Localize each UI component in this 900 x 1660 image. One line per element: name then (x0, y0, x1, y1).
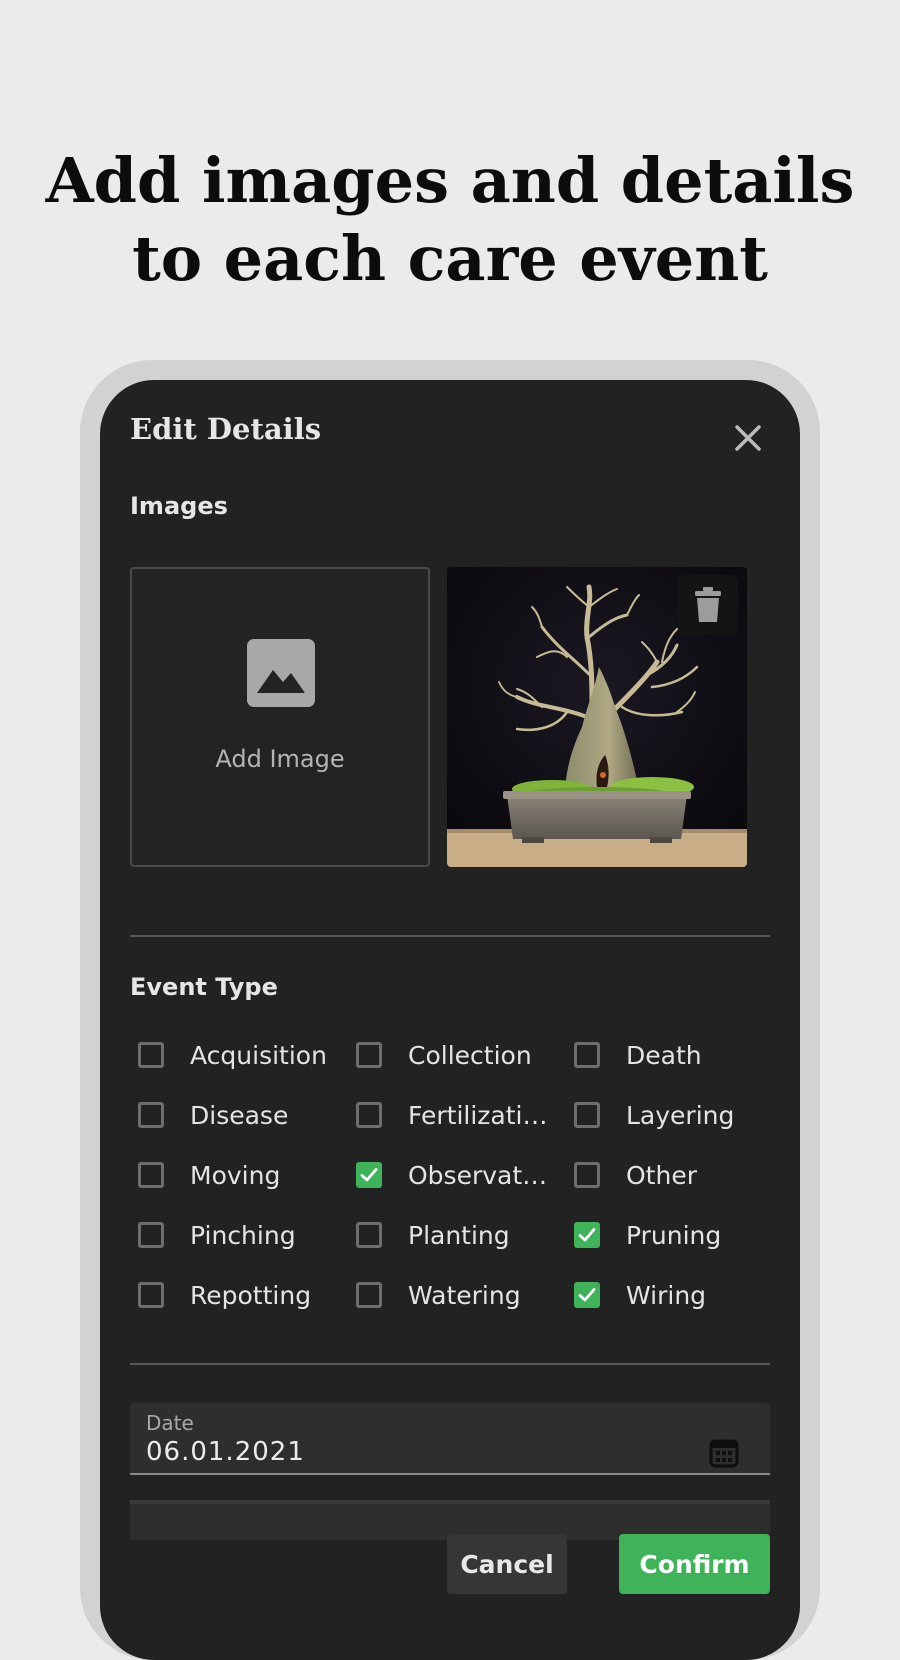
checkbox-label: Repotting (190, 1280, 312, 1310)
checkbox-checked-icon[interactable] (574, 1282, 600, 1308)
date-field-value: 06.01.2021 (146, 1437, 305, 1467)
image-placeholder-icon (247, 639, 315, 707)
checkbox-planting[interactable]: Planting (348, 1213, 510, 1257)
checkbox-unchecked-icon[interactable] (356, 1042, 382, 1068)
checkbox-moving[interactable]: Moving (130, 1153, 280, 1197)
add-image-label: Add Image (215, 745, 345, 773)
checkbox-unchecked-icon[interactable] (356, 1102, 382, 1128)
divider (130, 1363, 770, 1365)
checkbox-pruning[interactable]: Pruning (566, 1213, 721, 1257)
checkbox-fertilization[interactable]: Fertilization (348, 1093, 553, 1137)
checkbox-unchecked-icon[interactable] (138, 1282, 164, 1308)
checkbox-unchecked-icon[interactable] (574, 1162, 600, 1188)
close-icon (735, 425, 761, 451)
headline: Add images and details to each care even… (0, 142, 900, 298)
checkbox-other[interactable]: Other (566, 1153, 697, 1197)
checkbox-label: Fertilization (408, 1100, 553, 1130)
checkbox-disease[interactable]: Disease (130, 1093, 288, 1137)
confirm-button[interactable]: Confirm (619, 1534, 770, 1594)
checkbox-label: Wiring (626, 1280, 707, 1310)
checkbox-label: Other (626, 1160, 697, 1190)
date-field-caption: Date (146, 1411, 194, 1435)
divider (130, 935, 770, 937)
check-icon (578, 1228, 596, 1242)
checkbox-label: Layering (626, 1100, 735, 1130)
checkbox-death[interactable]: Death (566, 1033, 702, 1077)
calendar-icon[interactable] (708, 1437, 740, 1469)
checkbox-wiring[interactable]: Wiring (566, 1273, 706, 1317)
check-icon (578, 1288, 596, 1302)
images-section-label: Images (130, 492, 228, 520)
checkbox-unchecked-icon[interactable] (138, 1102, 164, 1128)
checkbox-label: Pruning (626, 1220, 722, 1250)
checkbox-label: Planting (408, 1220, 510, 1250)
bonsai-photo[interactable] (447, 567, 747, 867)
checkbox-unchecked-icon[interactable] (138, 1042, 164, 1068)
headline-line-2: to each care event (132, 221, 768, 295)
checkbox-pinching[interactable]: Pinching (130, 1213, 296, 1257)
checkbox-label: Observation (408, 1160, 553, 1190)
event-type-section-label: Event Type (130, 973, 278, 1001)
checkbox-unchecked-icon[interactable] (138, 1162, 164, 1188)
checkbox-label: Collection (408, 1040, 532, 1070)
dialog-title: Edit Details (130, 412, 322, 446)
close-button[interactable] (726, 416, 770, 460)
checkbox-repotting[interactable]: Repotting (130, 1273, 311, 1317)
headline-line-1: Add images and details (45, 143, 855, 217)
checkbox-label: Disease (190, 1100, 289, 1130)
checkbox-watering[interactable]: Watering (348, 1273, 521, 1317)
checkbox-collection[interactable]: Collection (348, 1033, 532, 1077)
checkbox-label: Moving (190, 1160, 281, 1190)
checkbox-label: Pinching (190, 1220, 296, 1250)
checkbox-observation[interactable]: Observation (348, 1153, 553, 1197)
checkbox-layering[interactable]: Layering (566, 1093, 734, 1137)
checkbox-checked-icon[interactable] (574, 1222, 600, 1248)
trash-icon (695, 587, 721, 622)
check-icon (360, 1168, 378, 1182)
checkbox-unchecked-icon[interactable] (356, 1222, 382, 1248)
checkbox-unchecked-icon[interactable] (574, 1042, 600, 1068)
checkbox-unchecked-icon[interactable] (138, 1222, 164, 1248)
checkbox-unchecked-icon[interactable] (356, 1282, 382, 1308)
checkbox-acquisition[interactable]: Acquisition (130, 1033, 327, 1077)
checkbox-unchecked-icon[interactable] (574, 1102, 600, 1128)
checkbox-label: Death (626, 1040, 702, 1070)
cancel-button[interactable]: Cancel (447, 1534, 567, 1594)
checkbox-label: Watering (408, 1280, 521, 1310)
edit-details-dialog: Edit Details Images Add Image Event Type… (100, 380, 800, 1660)
checkbox-label: Acquisition (190, 1040, 327, 1070)
date-field[interactable]: Date 06.01.2021 (130, 1403, 770, 1475)
add-image-button[interactable]: Add Image (130, 567, 430, 867)
checkbox-checked-icon[interactable] (356, 1162, 382, 1188)
delete-image-button[interactable] (678, 575, 738, 635)
